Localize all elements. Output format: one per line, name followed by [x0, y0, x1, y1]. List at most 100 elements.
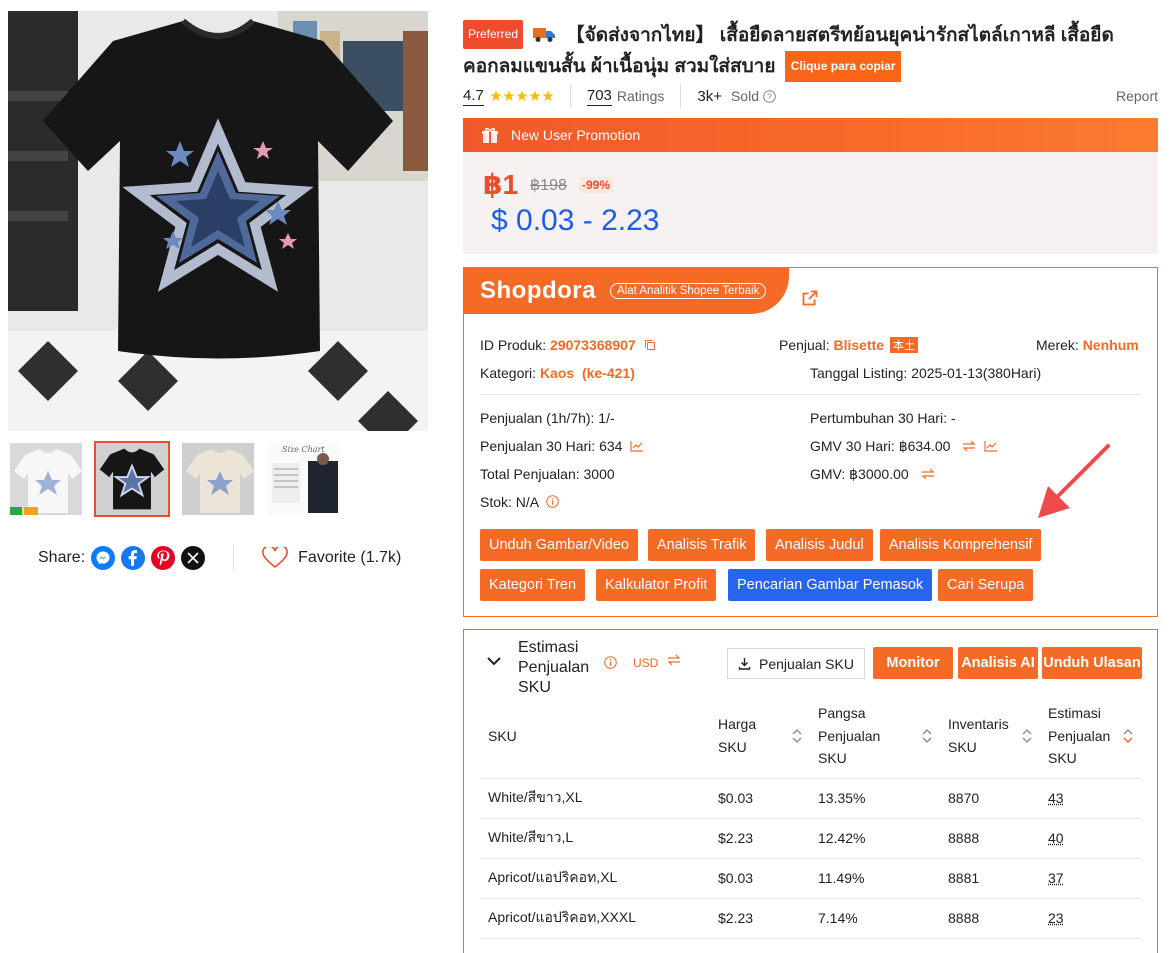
gmv-30d: GMV 30 Hari: ฿634.00: [810, 438, 950, 454]
category-trend-button[interactable]: Kategori Tren: [480, 569, 585, 601]
info-icon[interactable]: [604, 656, 617, 669]
main-product-image[interactable]: [8, 11, 428, 431]
copy-icon[interactable]: [644, 339, 656, 351]
sku-inventory: 8888: [940, 818, 1040, 858]
cell-text: Pangsa Penjualan SKU: [818, 702, 898, 770]
sort-desc-icon[interactable]: [1123, 728, 1133, 744]
cell-text: 23: [1048, 910, 1064, 926]
sku-est-sales[interactable]: 40: [1040, 818, 1141, 858]
category-label: Kategori:: [480, 365, 536, 381]
cell-text: 43: [1048, 790, 1064, 806]
rating-value[interactable]: 4.7: [463, 87, 484, 106]
sort-icon[interactable]: [1022, 728, 1032, 744]
share-label: Share:: [38, 549, 85, 567]
sku-est-sales[interactable]: 23: [1040, 898, 1141, 938]
col-inventory[interactable]: Inventaris SKU: [940, 700, 1040, 778]
download-media-button[interactable]: Unduh Gambar/Video: [480, 529, 638, 561]
pinterest-icon[interactable]: [151, 546, 175, 570]
col-price[interactable]: Harga SKU: [710, 700, 810, 778]
exchange-icon[interactable]: [962, 440, 976, 452]
cell-text: Estimasi Penjualan SKU: [1048, 702, 1133, 770]
col-est-sales[interactable]: Estimasi Penjualan SKU: [1040, 700, 1141, 778]
sku-name: Apricot/แอปริคอท,XXXL: [480, 898, 710, 938]
listing-date-row: Tanggal Listing: 2025-01-13(380Hari): [810, 365, 1041, 381]
listing-date-label: Tanggal Listing:: [810, 365, 907, 381]
sku-panel-title: Estimasi Penjualan SKU: [518, 638, 598, 698]
help-icon[interactable]: ?: [763, 90, 776, 103]
favorite-button[interactable]: Favorite (1.7k): [262, 547, 401, 569]
x-twitter-icon[interactable]: [181, 546, 205, 570]
ai-analysis-button[interactable]: Analisis AI: [958, 647, 1038, 679]
thumbnail-apricot[interactable]: [180, 441, 256, 517]
col-share[interactable]: Pangsa Penjualan SKU: [810, 700, 940, 778]
messenger-icon[interactable]: [91, 546, 115, 570]
star-icon: [516, 90, 528, 102]
download-sku-sales-label: Penjualan SKU: [759, 656, 854, 672]
annotation-arrow-icon: [1030, 440, 1112, 522]
current-price: ฿1: [483, 168, 518, 201]
cell-text: Harga SKU: [718, 713, 802, 758]
product-id-label: ID Produk:: [480, 337, 546, 353]
star-icon: [542, 90, 554, 102]
star-icon: [503, 90, 515, 102]
product-id-value[interactable]: 29073368907: [550, 337, 636, 353]
sales-1h7h: Penjualan (1h/7h): 1/-: [480, 410, 615, 426]
rating-separator: [570, 84, 571, 108]
table-row: White/สีขาว,XL $0.03 13.35% 8870 43: [480, 778, 1141, 818]
sku-est-sales[interactable]: 43: [1040, 778, 1141, 818]
report-link[interactable]: Report: [1116, 88, 1158, 104]
seller-label: Penjual:: [779, 337, 830, 353]
original-price: ฿198: [530, 175, 567, 195]
title-analysis-button[interactable]: Analisis Judul: [766, 529, 873, 561]
discount-badge: -99%: [579, 177, 613, 193]
sold-label: Sold: [731, 88, 759, 104]
trend-chart-icon[interactable]: [984, 440, 998, 452]
external-link-icon[interactable]: [802, 290, 818, 306]
shopdora-tagline: Alat Analitik Shopee Terbaik: [610, 283, 766, 299]
category-row: Kategori: Kaos (ke-421): [480, 365, 635, 381]
sku-inventory: 8888: [940, 898, 1040, 938]
sort-icon[interactable]: [922, 728, 932, 744]
facebook-icon[interactable]: [121, 546, 145, 570]
comprehensive-analysis-button[interactable]: Analisis Komprehensif: [880, 529, 1041, 561]
chevron-down-icon[interactable]: [486, 655, 502, 667]
sku-est-sales[interactable]: 37: [1040, 858, 1141, 898]
shopdora-header: Shopdora Alat Analitik Shopee Terbaik: [464, 268, 789, 314]
star-icon: [490, 90, 502, 102]
thumbnail-white[interactable]: [8, 441, 84, 517]
copy-title-button[interactable]: Clique para copiar: [785, 51, 902, 82]
stock-row: Stok: N/A: [480, 494, 559, 510]
gmv-row: GMV: ฿3000.00: [810, 466, 935, 483]
seller-value[interactable]: Blisette: [833, 337, 884, 353]
cell-text: SKU: [488, 728, 517, 744]
sku-inventory: 8870: [940, 778, 1040, 818]
sku-inventory: 8881: [940, 858, 1040, 898]
exchange-icon[interactable]: [921, 468, 935, 480]
download-sku-sales-button[interactable]: Penjualan SKU: [727, 648, 865, 679]
table-row: Apricot/แอปริคอท,XL $0.03 11.49% 8881 37: [480, 858, 1141, 898]
size-chart-label: Size Chart: [282, 445, 325, 454]
trend-chart-icon[interactable]: [630, 440, 644, 452]
info-icon[interactable]: [546, 495, 559, 508]
brand-value[interactable]: Nenhum: [1083, 337, 1139, 353]
find-similar-button[interactable]: Cari Serupa: [938, 569, 1033, 601]
profit-calculator-button[interactable]: Kalkulator Profit: [596, 569, 716, 601]
sku-table: SKU Harga SKU Pangsa Penjualan SKU Inven…: [480, 700, 1141, 939]
cell-text: Inventaris SKU: [948, 713, 1032, 758]
shopdora-divider: [480, 394, 1140, 395]
exchange-icon[interactable]: [667, 654, 681, 666]
sales-30d: Penjualan 30 Hari: 634: [480, 438, 622, 454]
traffic-analysis-button[interactable]: Analisis Trafik: [648, 529, 755, 561]
thumbnail-black[interactable]: [94, 441, 170, 517]
listing-date-value: 2025-01-13(380Hari): [911, 365, 1041, 381]
sku-name: White/สีขาว,XL: [480, 778, 710, 818]
monitor-button[interactable]: Monitor: [873, 647, 953, 679]
table-row: Apricot/แอปริคอท,XXXL $2.23 7.14% 8888 2…: [480, 898, 1141, 938]
ratings-count[interactable]: 703: [587, 87, 612, 106]
download-reviews-button[interactable]: Unduh Ulasan: [1042, 647, 1142, 679]
sku-share: 11.49%: [810, 858, 940, 898]
sort-icon[interactable]: [792, 728, 802, 744]
category-value[interactable]: Kaos (ke-421): [540, 365, 635, 381]
thumbnail-size-chart[interactable]: Size Chart: [266, 441, 342, 517]
supplier-image-search-button[interactable]: Pencarian Gambar Pemasok: [728, 569, 932, 601]
